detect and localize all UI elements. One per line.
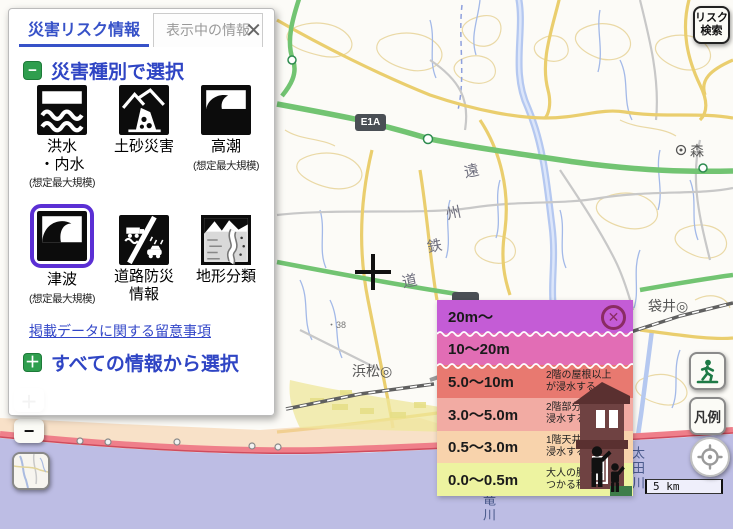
legend-row: 10〜20m <box>437 333 633 366</box>
section-select-by-type: − 災害種別で選択 <box>23 57 184 84</box>
selected-ring <box>30 204 94 268</box>
disaster-type-sublabel: (想定最大規模) <box>193 158 259 173</box>
current-location-button[interactable] <box>690 437 730 477</box>
disaster-type-label: 地形分類 <box>196 268 256 286</box>
disaster-type-landslide[interactable]: 土砂災害 <box>103 85 185 211</box>
legend-row: 0.0〜0.5m 大人の膝まで つかる程度 <box>437 463 633 496</box>
panel-tabbar: 災害リスク情報 表示中の情報 <box>19 15 263 47</box>
storm-surge-icon <box>201 85 251 135</box>
evacuation-site-button[interactable] <box>689 352 726 390</box>
disaster-type-tsunami[interactable]: 津波 (想定最大規模) <box>21 211 103 306</box>
disaster-type-landform[interactable]: 地形分類 <box>185 211 267 306</box>
disaster-type-label: 高潮 <box>211 138 241 156</box>
disaster-type-label: 土砂災害 <box>114 138 174 156</box>
panel-close-icon[interactable]: ✕ <box>245 21 262 41</box>
elevation-point: ・38 <box>327 318 346 331</box>
disaster-type-storm-surge[interactable]: 高潮 (想定最大規模) <box>185 85 267 211</box>
disaster-type-flood[interactable]: 洪水 ・内水 (想定最大規模) <box>21 85 103 211</box>
depth-label: 0.0〜0.5m <box>448 469 546 490</box>
zoom-out-button[interactable]: − <box>14 419 44 443</box>
legend-row: 0.5〜3.0m 1階天井まで 浸水する程度 <box>437 431 633 464</box>
depth-label: 0.5〜3.0m <box>448 436 546 457</box>
section-select-all-info: ＋ すべての情報から選択 <box>23 349 239 376</box>
landform-icon <box>201 215 251 265</box>
section-title: 災害種別で選択 <box>51 57 184 84</box>
gps-target-icon <box>697 444 723 470</box>
depth-label: 10〜20m <box>448 338 546 359</box>
legend-row: 3.0〜5.0m 2階部分まで 浸水する程度 <box>437 398 633 431</box>
tsunami-depth-legend: 20m〜 10〜20m 5.0〜10m 2階の屋根以上 が浸水する 3.0〜5.… <box>437 300 633 496</box>
depth-description: 1階天井まで 浸水する程度 <box>546 435 606 459</box>
minimap-button[interactable] <box>12 452 50 490</box>
disaster-type-label: 道路防災 情報 <box>114 268 174 303</box>
disaster-type-grid: 洪水 ・内水 (想定最大規模) 土砂災害 <box>21 85 267 306</box>
collapse-icon[interactable]: − <box>23 61 42 80</box>
data-notes-link[interactable]: 掲載データに関する留意事項 <box>29 321 211 341</box>
disaster-type-sublabel: (想定最大規模) <box>29 291 95 306</box>
scale-bar: 5 km <box>645 479 723 494</box>
depth-description: 2階部分まで 浸水する程度 <box>546 402 606 426</box>
disaster-type-sublabel: (想定最大規模) <box>29 175 95 190</box>
depth-description: 大人の膝まで つかる程度 <box>546 468 606 492</box>
landslide-icon <box>119 85 169 135</box>
minimap-thumbnail-icon <box>14 454 48 488</box>
risk-search-button[interactable]: リスク 検索 <box>693 6 730 44</box>
legend-toggle-button[interactable]: 凡例 <box>689 397 726 435</box>
depth-label: 5.0〜10m <box>448 371 546 392</box>
road-disaster-icon <box>119 215 169 265</box>
legend-close-button[interactable]: ✕ <box>601 305 626 330</box>
legend-row: 5.0〜10m 2階の屋根以上 が浸水する <box>437 365 633 398</box>
flood-icon <box>37 85 87 135</box>
disaster-type-label: 津波 <box>47 271 77 289</box>
section-title: すべての情報から選択 <box>51 349 239 376</box>
depth-label: 3.0〜5.0m <box>448 404 546 425</box>
disaster-type-label: 洪水 ・内水 <box>39 138 84 173</box>
expand-icon[interactable]: ＋ <box>23 353 42 372</box>
disaster-type-road[interactable]: 道路防災 情報 <box>103 211 185 306</box>
running-person-icon <box>694 358 721 385</box>
tab-disaster-risk-info[interactable]: 災害リスク情報 <box>19 11 149 47</box>
expressway-badge: E1A <box>355 114 386 131</box>
tsunami-icon <box>37 211 87 261</box>
depth-label: 20m〜 <box>448 306 546 327</box>
disaster-risk-panel: 災害リスク情報 表示中の情報 ✕ − 災害種別で選択 洪水 ・内水 (想定最大規… <box>8 8 275 416</box>
depth-description: 2階の屋根以上 が浸水する <box>546 370 612 394</box>
